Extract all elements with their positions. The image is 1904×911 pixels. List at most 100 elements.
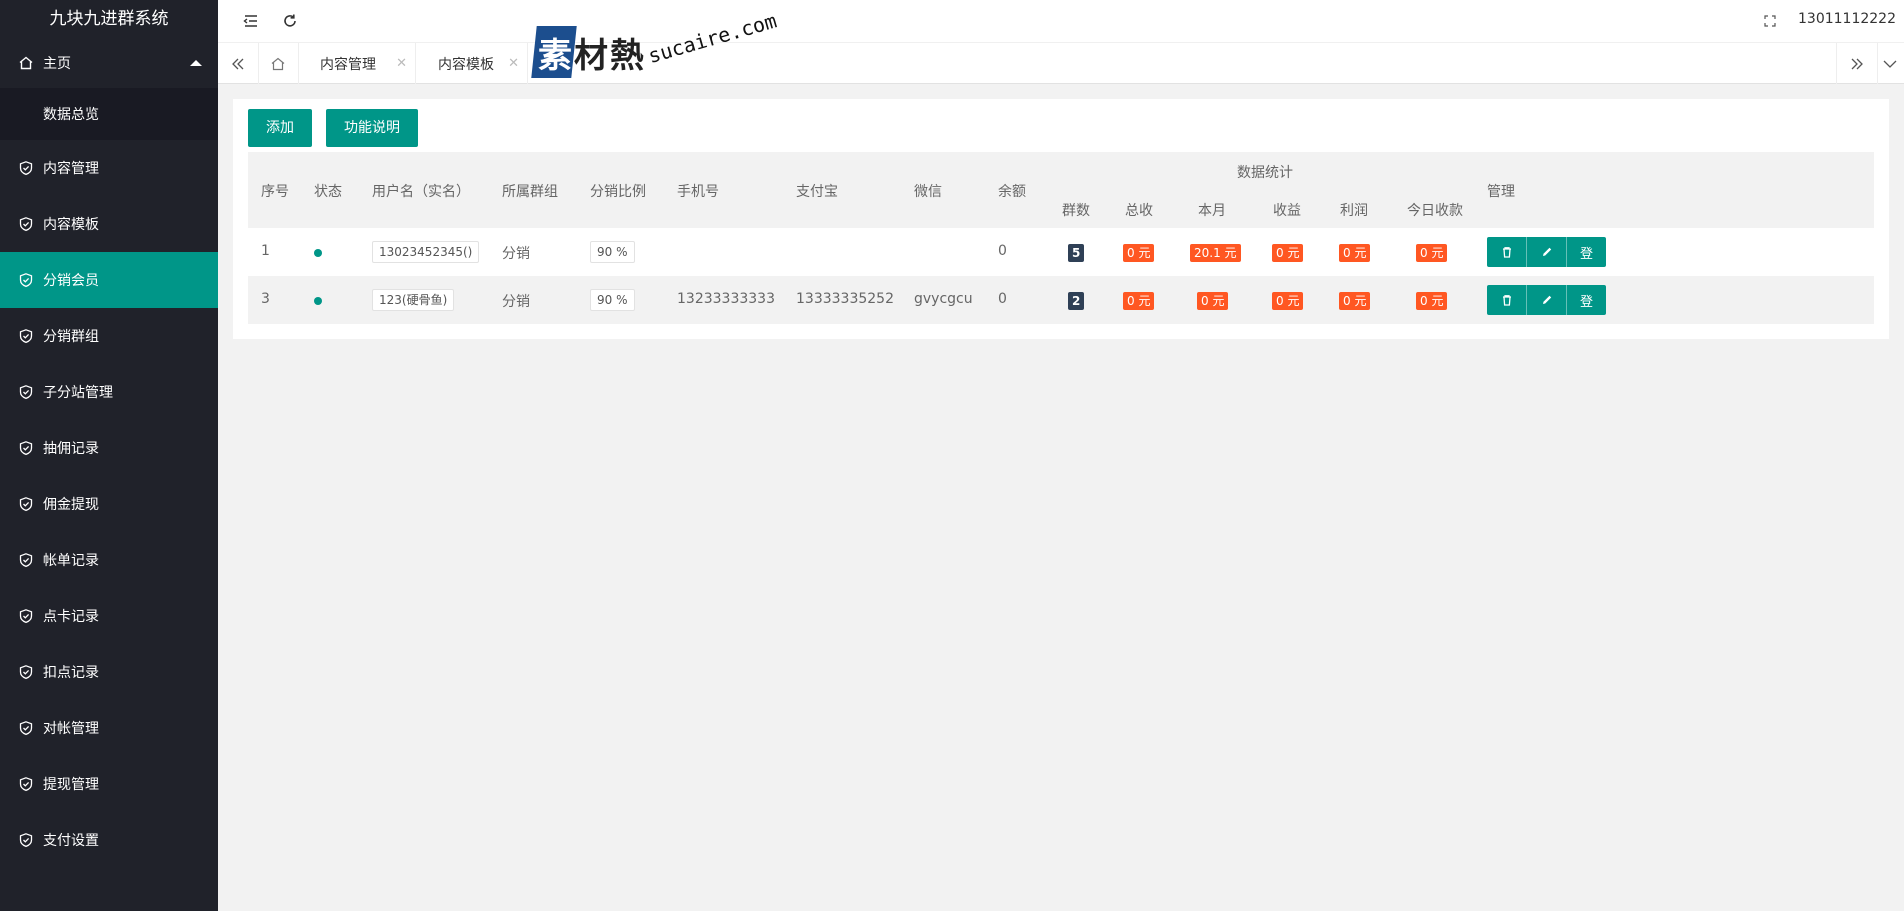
col-header-index: 序号 bbox=[261, 184, 289, 200]
sidebar-item[interactable]: 内容模板 bbox=[0, 196, 218, 252]
status-dot bbox=[314, 297, 322, 305]
login-button[interactable]: 登 bbox=[1567, 285, 1606, 315]
close-icon[interactable]: ✕ bbox=[508, 56, 519, 71]
tabs-menu-dropdown[interactable] bbox=[1876, 43, 1904, 84]
tab-content-template[interactable]: 内容模板 ✕ bbox=[416, 43, 528, 84]
sidebar-item-label: 支付设置 bbox=[43, 833, 99, 849]
delete-button[interactable] bbox=[1487, 285, 1527, 315]
sidebar-item-label: 帐单记录 bbox=[43, 553, 99, 569]
sidebar-item[interactable]: 扣点记录 bbox=[0, 644, 218, 700]
app-title: 九块九进群系统 bbox=[49, 9, 169, 29]
cell-ratio: 90 % bbox=[590, 241, 635, 263]
menu-toggle-button[interactable] bbox=[240, 10, 262, 32]
sidebar-item[interactable]: 提现管理 bbox=[0, 756, 218, 812]
tabs-scroll-left-button[interactable] bbox=[218, 43, 259, 84]
help-button[interactable]: 功能说明 bbox=[326, 109, 418, 147]
sidebar-item[interactable]: 佣金提现 bbox=[0, 476, 218, 532]
sidebar-item-label: 提现管理 bbox=[43, 777, 99, 793]
sidebar-item-label: 分销会员 bbox=[43, 273, 99, 289]
cell-alipay: 13333335252 bbox=[796, 291, 894, 307]
fullscreen-button[interactable] bbox=[1759, 10, 1781, 32]
caret-up-icon bbox=[190, 60, 202, 66]
badge-today: 0 元 bbox=[1416, 244, 1448, 262]
delete-button[interactable] bbox=[1487, 237, 1527, 267]
badge-group-count: 2 bbox=[1068, 292, 1085, 310]
tab-label: 内容模板 bbox=[438, 56, 494, 73]
col-header-today: 今日收款 bbox=[1407, 203, 1463, 219]
cell-group: 分销 bbox=[502, 294, 530, 310]
double-chevron-right-icon bbox=[1851, 58, 1863, 69]
col-header-group-count: 群数 bbox=[1062, 203, 1090, 219]
status-dot bbox=[314, 249, 322, 257]
trash-icon bbox=[1502, 247, 1511, 258]
sidebar-item-label: 点卡记录 bbox=[43, 609, 99, 625]
col-header-username: 用户名（实名） bbox=[372, 184, 470, 200]
cell-wechat: gvycgcu bbox=[914, 291, 973, 307]
badge-profit: 0 元 bbox=[1339, 292, 1371, 310]
col-header-month: 本月 bbox=[1198, 203, 1226, 219]
sidebar-item-label: 分销群组 bbox=[43, 329, 99, 345]
col-header-alipay: 支付宝 bbox=[796, 184, 838, 200]
col-header-income: 收益 bbox=[1273, 203, 1301, 219]
shield-check-icon bbox=[18, 552, 34, 568]
member-table: 序号 状态 用户名（实名） 所属群组 分销比例 手机号 支付宝 微信 余额 数据… bbox=[248, 152, 1874, 324]
badge-month: 20.1 元 bbox=[1190, 244, 1241, 262]
sidebar-item[interactable]: 内容管理 bbox=[0, 140, 218, 196]
shield-check-icon bbox=[18, 720, 34, 736]
sidebar-item[interactable]: 对帐管理 bbox=[0, 700, 218, 756]
cell-balance: 0 bbox=[998, 243, 1007, 259]
member-list-card: 添加 功能说明 序号 状态 用户名（实名） 所属群组 分销比例 手机号 支付宝 … bbox=[233, 99, 1889, 339]
shield-check-icon bbox=[18, 272, 34, 288]
badge-total: 0 元 bbox=[1123, 244, 1155, 262]
tab-home[interactable] bbox=[258, 43, 299, 84]
sidebar-item[interactable]: 分销会员 bbox=[0, 252, 218, 308]
tabs-scroll-right-button[interactable] bbox=[1836, 43, 1878, 84]
cell-group: 分销 bbox=[502, 246, 530, 262]
top-header: 13011112222 bbox=[218, 0, 1904, 42]
tab-label: 内容管理 bbox=[320, 56, 376, 73]
fullscreen-icon bbox=[1764, 15, 1776, 27]
double-chevron-left-icon bbox=[232, 58, 244, 69]
badge-profit: 0 元 bbox=[1339, 244, 1371, 262]
add-button[interactable]: 添加 bbox=[248, 109, 312, 147]
tab-bar: 内容管理 ✕ 内容模板 ✕ bbox=[218, 42, 1904, 84]
home-icon bbox=[18, 55, 34, 71]
row-actions: 登 bbox=[1487, 285, 1606, 315]
cell-username: 13023452345() bbox=[372, 241, 480, 263]
badge-month: 0 元 bbox=[1197, 292, 1229, 310]
shield-check-icon bbox=[18, 496, 34, 512]
edit-button[interactable] bbox=[1527, 285, 1567, 315]
col-header-phone: 手机号 bbox=[677, 184, 719, 200]
refresh-button[interactable] bbox=[279, 10, 301, 32]
col-header-status: 状态 bbox=[314, 184, 342, 200]
pencil-icon bbox=[1542, 247, 1551, 256]
sidebar-item-label: 对帐管理 bbox=[43, 721, 99, 737]
sidebar-item[interactable]: 分销群组 bbox=[0, 308, 218, 364]
col-header-total: 总收 bbox=[1125, 203, 1153, 219]
col-header-profit: 利润 bbox=[1340, 203, 1368, 219]
user-account-menu[interactable]: 13011112222 bbox=[1798, 11, 1896, 27]
home-icon bbox=[271, 57, 285, 70]
table-row: 3 123(硬骨鱼) 分销 90 % 13233333333 13333335252 gvy… bbox=[248, 276, 1874, 324]
sidebar-item-label: 内容管理 bbox=[43, 161, 99, 177]
sidebar-item[interactable]: 点卡记录 bbox=[0, 588, 218, 644]
cell-username: 123(硬骨鱼) bbox=[372, 289, 455, 311]
sidebar-item-label: 主页 bbox=[43, 56, 71, 72]
login-button[interactable]: 登 bbox=[1567, 237, 1606, 267]
sidebar-item-home[interactable]: 主页 bbox=[0, 38, 218, 88]
close-icon[interactable]: ✕ bbox=[396, 56, 407, 71]
sidebar-item[interactable]: 子分站管理 bbox=[0, 364, 218, 420]
col-header-ratio: 分销比例 bbox=[590, 184, 646, 200]
trash-icon bbox=[1502, 295, 1511, 306]
sidebar-subitem-data-overview[interactable]: 数据总览 bbox=[0, 88, 218, 140]
shield-check-icon bbox=[18, 832, 34, 848]
tab-content-management[interactable]: 内容管理 ✕ bbox=[298, 43, 416, 84]
badge-today: 0 元 bbox=[1416, 292, 1448, 310]
sidebar-item[interactable]: 支付设置 bbox=[0, 812, 218, 868]
table-header: 序号 状态 用户名（实名） 所属群组 分销比例 手机号 支付宝 微信 余额 数据… bbox=[248, 152, 1874, 228]
edit-button[interactable] bbox=[1527, 237, 1567, 267]
sidebar-item[interactable]: 抽佣记录 bbox=[0, 420, 218, 476]
cell-index: 1 bbox=[261, 243, 270, 259]
badge-total: 0 元 bbox=[1123, 292, 1155, 310]
sidebar-item[interactable]: 帐单记录 bbox=[0, 532, 218, 588]
